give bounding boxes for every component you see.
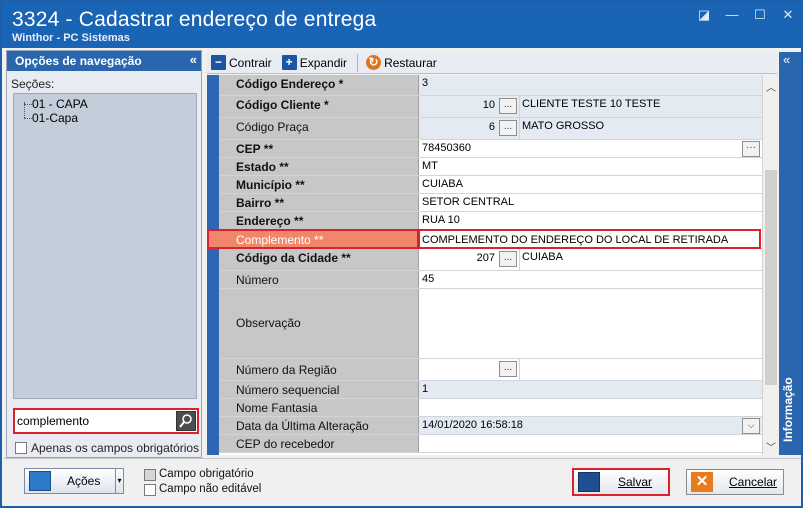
title-bar: 3324 - Cadastrar endereço de entrega Win… <box>2 2 801 48</box>
search-button[interactable] <box>176 411 196 431</box>
actions-button[interactable]: Ações ▾ <box>24 468 124 494</box>
expand-button[interactable]: + Expandir <box>278 53 353 73</box>
resize-icon[interactable]: ◪ <box>697 8 711 22</box>
required-legend-swatch <box>144 468 156 481</box>
lookup-cep-button[interactable]: ··· <box>742 141 760 157</box>
chevron-down-icon[interactable]: ⌵ <box>742 418 760 434</box>
lookup-cliente-button[interactable]: ... <box>499 98 517 114</box>
info-panel-label: Informação <box>781 377 795 442</box>
window-title: 3324 - Cadastrar endereço de entrega <box>12 8 377 31</box>
info-panel[interactable]: « Informação <box>779 52 801 455</box>
row-codigo-praca[interactable]: Código Praça 6 ... MATO GROSSO <box>219 118 762 140</box>
collapse-button[interactable]: − Contrair <box>207 53 278 73</box>
row-municipio[interactable]: Município ** CUIABA <box>219 176 762 194</box>
lookup-praca-button[interactable]: ... <box>499 120 517 136</box>
row-estado[interactable]: Estado ** MT <box>219 158 762 176</box>
save-button[interactable]: Salvar <box>572 468 670 496</box>
scroll-down-icon[interactable]: ﹀ <box>766 439 776 454</box>
row-bairro[interactable]: Bairro ** SETOR CENTRAL <box>219 194 762 212</box>
tree-item-capa[interactable]: 01 - CAPA <box>32 97 88 111</box>
row-numero-regiao[interactable]: Número da Região ... <box>219 359 762 381</box>
tree-item-capa-sub[interactable]: 01-Capa <box>32 111 78 125</box>
row-endereco[interactable]: Endereço ** RUA 10 <box>219 212 762 230</box>
grid-scrollbar[interactable]: ︿ ﹀ <box>762 75 778 455</box>
only-required-row[interactable]: Apenas os campos obrigatórios <box>15 441 199 455</box>
actions-icon <box>29 471 51 491</box>
close-icon: ✕ <box>691 472 713 492</box>
readonly-legend-swatch <box>144 483 156 496</box>
scrollbar-thumb[interactable] <box>765 170 777 385</box>
plus-icon: + <box>281 55 297 70</box>
only-required-label: Apenas os campos obrigatórios <box>31 441 200 455</box>
row-numero-sequencial[interactable]: Número sequencial 1 <box>219 381 762 399</box>
properties-grid: Código Endereço * 3 Código Cliente * 10 … <box>207 75 762 455</box>
field-search-input[interactable] <box>17 412 177 430</box>
row-cep-recebedor[interactable]: CEP do recebedor <box>219 435 762 453</box>
lookup-regiao-button[interactable]: ... <box>499 361 517 377</box>
row-cep[interactable]: CEP ** 78450360 ··· <box>219 140 762 158</box>
navigation-header: Opções de navegação « <box>7 51 201 71</box>
sections-tree: 01 - CAPA 01-Capa <box>13 93 197 399</box>
save-icon <box>578 472 600 492</box>
row-nome-fantasia[interactable]: Nome Fantasia <box>219 399 762 417</box>
cancel-button[interactable]: ✕ Cancelar <box>686 469 784 495</box>
row-codigo-cidade[interactable]: Código da Cidade ** 207 ... CUIABA <box>219 249 762 271</box>
actions-dropdown-icon[interactable]: ▾ <box>115 469 123 493</box>
minus-icon: − <box>211 55 226 70</box>
legend: Campo obrigatório Campo não editável <box>144 467 261 497</box>
navigation-header-label: Opções de navegação <box>15 54 142 68</box>
collapse-nav-icon[interactable]: « <box>190 52 197 67</box>
bottom-bar: Ações ▾ Campo obrigatório Campo não edit… <box>4 458 801 506</box>
only-required-checkbox[interactable] <box>15 442 27 454</box>
complemento-label: Complemento ** <box>207 229 419 249</box>
window-subtitle: Winthor - PC Sistemas <box>12 32 130 44</box>
row-numero[interactable]: Número 45 <box>219 271 762 289</box>
row-data-alteracao[interactable]: Data da Última Alteração 14/01/2020 16:5… <box>219 417 762 435</box>
navigation-panel: Opções de navegação « Seções: 01 - CAPA … <box>6 50 202 458</box>
row-observacao[interactable]: Observação <box>219 289 762 359</box>
restore-icon: ↻ <box>366 55 382 70</box>
search-icon <box>179 414 192 428</box>
row-codigo-endereco[interactable]: Código Endereço * 3 <box>219 75 762 96</box>
complemento-field[interactable]: COMPLEMENTO DO ENDEREÇO DO LOCAL DE RETI… <box>418 229 761 249</box>
field-search-box <box>13 408 199 434</box>
expand-info-icon[interactable]: « <box>783 52 790 67</box>
row-codigo-cliente[interactable]: Código Cliente * 10 ... CLIENTE TESTE 10… <box>219 96 762 118</box>
scroll-up-icon[interactable]: ︿ <box>766 79 776 94</box>
app-window: 3324 - Cadastrar endereço de entrega Win… <box>0 0 803 508</box>
close-icon[interactable]: ✕ <box>781 8 795 22</box>
sections-label: Seções: <box>11 77 55 91</box>
minimize-icon[interactable]: — <box>725 8 739 22</box>
grid-toolbar: − Contrair + Expandir ↻ Restaurar <box>207 52 777 74</box>
lookup-cidade-button[interactable]: ... <box>499 251 517 267</box>
restore-button[interactable]: ↻ Restaurar <box>362 53 443 73</box>
maximize-icon[interactable]: ☐ <box>753 8 767 22</box>
